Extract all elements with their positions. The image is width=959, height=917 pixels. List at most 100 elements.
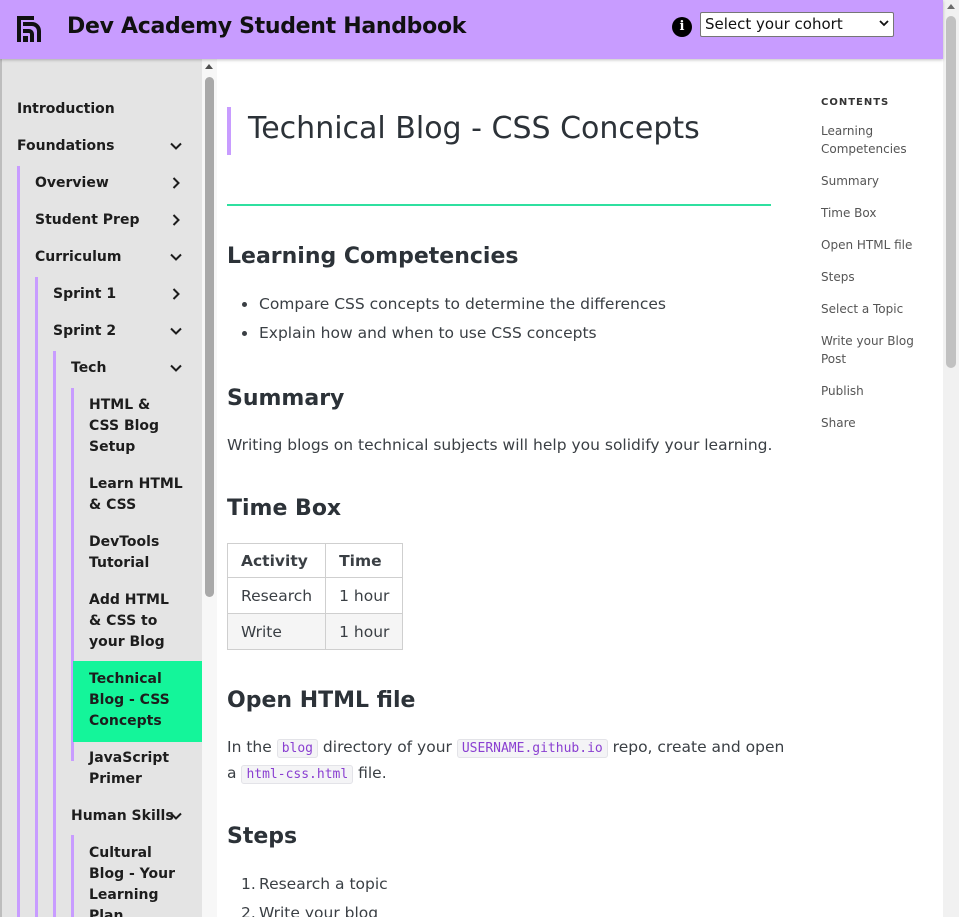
nav-label-line: Technical xyxy=(89,671,162,687)
sidebar-item-overview[interactable]: Overview xyxy=(35,173,109,194)
nav-label-line: Setup xyxy=(89,439,136,455)
nav-label-line: your Blog xyxy=(89,634,165,650)
toc-link-share[interactable]: Share xyxy=(821,414,931,432)
table-cell: Write xyxy=(226,613,327,650)
toc-label-line: Post xyxy=(821,352,847,366)
nav-label-line: Plan xyxy=(89,908,124,917)
sidebar-item-introduction[interactable]: Introduction xyxy=(17,99,115,120)
table-row: Write 1 hour xyxy=(226,613,404,650)
sidebar-item-javascript-primer[interactable]: JavaScript Primer xyxy=(89,748,169,790)
title-accent-bar xyxy=(227,107,231,155)
toc-link-summary[interactable]: Summary xyxy=(821,172,931,190)
toc-link-steps[interactable]: Steps xyxy=(821,268,931,286)
list-bullet xyxy=(242,331,247,336)
nav-label-line: Learn HTML xyxy=(89,476,183,492)
text-span: a xyxy=(227,764,242,782)
sidebar-item-technical-blog-active[interactable]: Technical Blog - CSS Concepts xyxy=(73,661,202,742)
sidebar-item-tech[interactable]: Tech xyxy=(71,358,106,379)
sidebar-item-sprint-2[interactable]: Sprint 2 xyxy=(53,321,116,342)
nav-label-line: DevTools xyxy=(89,534,160,550)
chevron-down-icon[interactable] xyxy=(169,809,183,823)
nav-label-line: Cultural xyxy=(89,845,152,861)
sidebar-item-devtools-tutorial[interactable]: DevTools Tutorial xyxy=(89,532,159,574)
inline-code: html-css.html xyxy=(241,765,354,784)
nav-indent-line xyxy=(71,835,74,917)
nav-indent-line xyxy=(35,277,38,917)
chevron-right-icon[interactable] xyxy=(169,213,183,227)
sidebar-item-add-html-css[interactable]: Add HTML & CSS to your Blog xyxy=(89,590,169,653)
text-span: directory of your xyxy=(318,738,457,756)
title-divider xyxy=(227,204,771,206)
chevron-down-icon[interactable] xyxy=(169,139,183,153)
nav-indent-line xyxy=(53,351,56,917)
chevron-down-icon[interactable] xyxy=(169,324,183,338)
toc-link-publish[interactable]: Publish xyxy=(821,382,931,400)
sidebar-item-human-skills[interactable]: Human Skills xyxy=(71,806,174,827)
text-span: In the xyxy=(227,738,277,756)
table-cell: 1 hour xyxy=(325,577,404,614)
list-item: Compare CSS concepts to determine the di… xyxy=(259,295,666,313)
page-scrollbar-thumb[interactable] xyxy=(946,16,956,368)
sidebar-item-cultural-blog[interactable]: Cultural Blog - Your Learning Plan xyxy=(89,843,175,917)
page-title: Technical Blog - CSS Concepts xyxy=(248,111,700,146)
time-box-table: Activity Time Research 1 hour Write 1 ho… xyxy=(226,543,404,650)
toc-link-open-html-file[interactable]: Open HTML file xyxy=(821,236,931,254)
inline-code: USERNAME.github.io xyxy=(456,739,608,758)
table-row: Research 1 hour xyxy=(226,577,404,614)
site-title[interactable]: Dev Academy Student Handbook xyxy=(67,14,466,39)
heading-open-html-file: Open HTML file xyxy=(227,688,416,713)
list-bullet xyxy=(242,302,247,307)
heading-learning-competencies: Learning Competencies xyxy=(227,244,519,269)
sidebar-item-foundations[interactable]: Foundations xyxy=(17,136,114,157)
info-icon[interactable]: i xyxy=(672,17,692,37)
inline-code: blog xyxy=(276,739,318,758)
scroll-up-arrow-icon[interactable] xyxy=(205,64,213,69)
sidebar-scrollbar[interactable] xyxy=(202,59,217,917)
toc-link-learning-competencies[interactable]: Learning Competencies xyxy=(821,122,931,158)
chevron-right-icon[interactable] xyxy=(169,176,183,190)
nav-label-line: & CSS to xyxy=(89,613,158,629)
nav-label-line: Add HTML xyxy=(89,592,169,608)
sidebar-item-html-css-blog-setup[interactable]: HTML & CSS Blog Setup xyxy=(89,395,159,458)
top-header: Dev Academy Student Handbook i Select yo… xyxy=(0,0,943,59)
heading-time-box: Time Box xyxy=(227,496,342,521)
nav-label-line: Blog - CSS xyxy=(89,692,170,708)
open-html-text-line-1: In the blog directory of your USERNAME.g… xyxy=(227,734,784,762)
list-item: Explain how and when to use CSS concepts xyxy=(259,324,597,342)
sidebar-edge xyxy=(0,59,2,917)
open-html-text-line-2: a html-css.html file. xyxy=(227,760,387,788)
sidebar-item-learn-html-css[interactable]: Learn HTML & CSS xyxy=(89,474,183,516)
list-item: Write your blog xyxy=(259,904,379,917)
list-number: 2. xyxy=(241,904,256,917)
nav-label-line: JavaScript xyxy=(89,750,170,766)
text-span: repo, create and open xyxy=(607,738,785,756)
list-item: Research a topic xyxy=(259,875,388,893)
sidebar-item-curriculum[interactable]: Curriculum xyxy=(35,247,121,268)
chevron-down-icon[interactable] xyxy=(169,361,183,375)
toc-link-write-your-blog-post[interactable]: Write your Blog Post xyxy=(821,332,931,368)
chevron-down-icon[interactable] xyxy=(169,250,183,264)
sidebar-item-sprint-1[interactable]: Sprint 1 xyxy=(53,284,116,305)
table-cell: 1 hour xyxy=(325,613,404,650)
toc-label-line: Write your Blog xyxy=(821,334,914,348)
table-header: Activity xyxy=(226,543,327,578)
nav-indent-line xyxy=(17,166,20,917)
scroll-up-arrow-icon[interactable] xyxy=(947,4,955,9)
chevron-right-icon[interactable] xyxy=(169,287,183,301)
logo-icon[interactable] xyxy=(17,16,45,42)
toc-link-select-a-topic[interactable]: Select a Topic xyxy=(821,300,931,318)
nav-label-line: Tutorial xyxy=(89,555,150,571)
table-header: Time xyxy=(325,543,404,578)
list-number: 1. xyxy=(241,875,256,893)
toc-label-line: Competencies xyxy=(821,142,907,156)
sidebar-scrollbar-thumb[interactable] xyxy=(205,77,214,597)
chevron-down-icon xyxy=(879,20,889,27)
heading-summary: Summary xyxy=(227,386,345,411)
toc-label-line: Learning xyxy=(821,124,874,138)
toc-link-time-box[interactable]: Time Box xyxy=(821,204,931,222)
page-scrollbar[interactable] xyxy=(943,0,959,917)
cohort-select[interactable]: Select your cohort xyxy=(700,12,894,37)
heading-steps: Steps xyxy=(227,824,298,849)
table-cell: Research xyxy=(226,577,327,614)
sidebar-item-student-prep[interactable]: Student Prep xyxy=(35,210,139,231)
